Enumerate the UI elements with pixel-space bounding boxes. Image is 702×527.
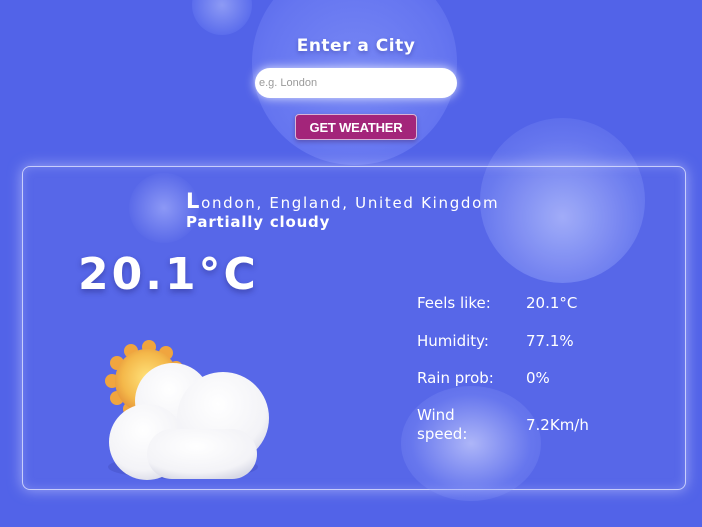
location-name: London, England, United Kingdom	[186, 189, 499, 213]
wind-speed-value: 7.2Km/h	[526, 416, 589, 434]
rain-probability-label: Rain prob:	[417, 369, 494, 387]
weather-card: London, England, United Kingdom Partiall…	[22, 166, 686, 501]
partly-cloudy-icon	[105, 339, 275, 489]
decorative-orb	[192, 0, 252, 35]
humidity-value: 77.1%	[526, 332, 574, 350]
wind-speed-label: Wind speed:	[417, 406, 468, 443]
humidity-label: Humidity:	[417, 332, 489, 350]
rain-probability-value: 0%	[526, 369, 550, 387]
get-weather-button[interactable]: GET WEATHER	[294, 114, 418, 140]
feels-like-value: 20.1°C	[526, 294, 578, 312]
location-rest: ondon, England, United Kingdom	[201, 194, 500, 212]
search-title: Enter a City	[296, 36, 416, 56]
city-input[interactable]	[255, 68, 457, 98]
city-search-panel: Enter a City GET WEATHER	[254, 36, 458, 140]
feels-like-label: Feels like:	[417, 294, 491, 312]
weather-condition: Partially cloudy	[186, 213, 331, 231]
location-initial: L	[186, 189, 202, 213]
temperature: 20.1°C	[78, 249, 259, 300]
